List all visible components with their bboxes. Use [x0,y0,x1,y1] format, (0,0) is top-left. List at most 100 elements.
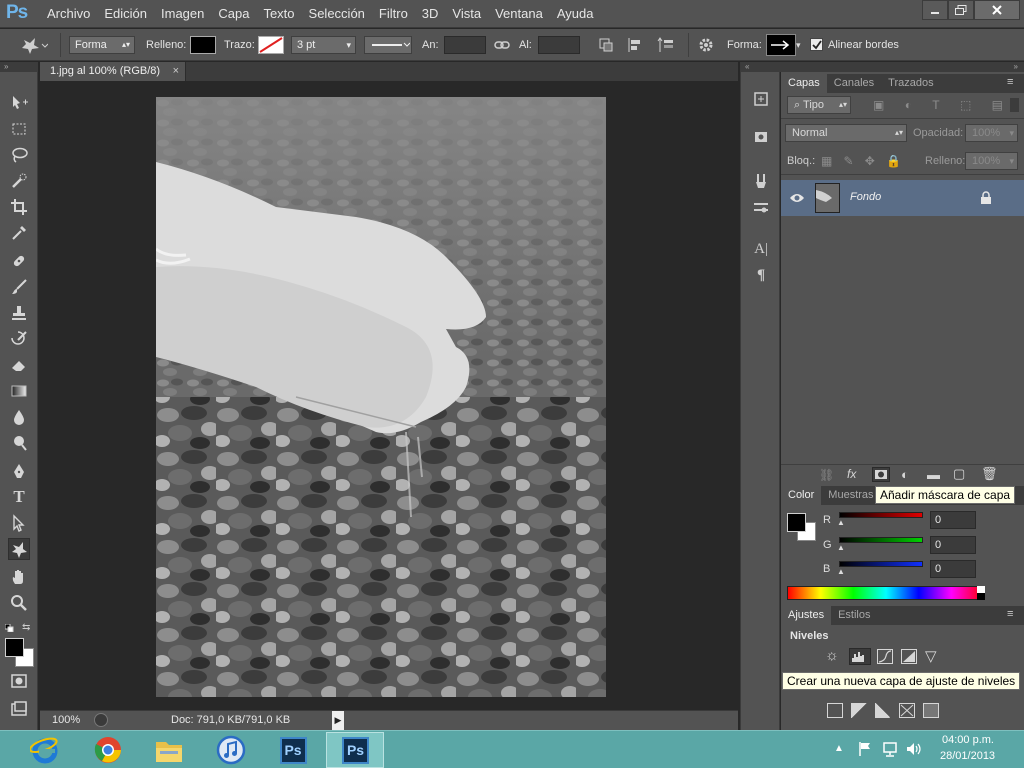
tab-canales[interactable]: Canales [827,74,881,93]
slider-thumb-icon[interactable]: ▲ [837,567,845,576]
layer-kind-filter[interactable]: ⌕ Tipo ▴▾ [787,96,851,114]
link-icon[interactable] [494,37,510,53]
network-icon[interactable] [882,741,898,757]
paragraph-panel-button[interactable]: ¶ [750,264,772,286]
hue-saturation-icon[interactable] [827,703,843,718]
lock-all-icon[interactable]: 🔒 [886,154,901,168]
custom-shape-tool[interactable] [8,538,30,560]
gear-icon[interactable] [698,37,716,53]
default-colors-icon[interactable] [5,624,15,632]
panel-menu-icon[interactable]: ≡ [1007,76,1013,88]
path-selection-tool[interactable] [8,512,30,534]
color-balance-icon[interactable] [851,703,867,718]
stroke-swatch[interactable] [258,36,284,54]
blue-slider[interactable] [839,561,923,567]
status-info-icon[interactable] [94,713,108,727]
red-slider[interactable] [839,512,923,518]
character-panel-button[interactable]: A| [750,238,772,260]
clone-stamp-tool[interactable] [8,302,30,324]
black-white-icon[interactable] [875,703,891,718]
menu-archivo[interactable]: Archivo [40,0,97,28]
volume-icon[interactable] [905,741,923,757]
file-explorer-icon[interactable] [152,734,186,766]
brush-presets-button[interactable] [750,170,772,192]
shape-filter-icon[interactable]: ⬚ [960,98,971,112]
menu-capa[interactable]: Capa [211,0,256,28]
screen-mode-button[interactable] [8,698,30,720]
stroke-width-field[interactable]: 3 pt ▾ [291,36,356,54]
opacity-field[interactable]: 100% ▾ [965,124,1018,142]
gradient-tool[interactable] [8,380,30,402]
slider-thumb-icon[interactable]: ▲ [837,518,845,527]
add-mask-button[interactable] [872,467,890,482]
quick-selection-tool[interactable] [8,170,30,192]
panel-menu-icon[interactable]: ≡ [1007,608,1013,620]
folder-icon[interactable]: ▬ [927,467,940,482]
blue-input[interactable]: 0 [930,560,976,578]
filter-toggle[interactable] [1010,98,1019,112]
brush-panel-button[interactable] [750,196,772,218]
blur-tool[interactable] [8,406,30,428]
adjustment-layer-icon[interactable]: ◐ [901,467,909,482]
fx-icon[interactable]: fx [847,467,856,481]
ramp-white-chip[interactable] [977,586,985,593]
fill-field[interactable]: 100% ▾ [965,152,1018,170]
menu-edicion[interactable]: Edición [97,0,154,28]
green-input[interactable]: 0 [930,536,976,554]
menu-ventana[interactable]: Ventana [488,0,550,28]
fill-swatch[interactable] [190,36,216,54]
photoshop-taskbar-button[interactable]: Ps [276,734,310,766]
tab-muestras[interactable]: Muestras [821,486,880,505]
path-arrangement-icon[interactable] [657,37,675,53]
path-operations-icon[interactable] [598,37,614,53]
photoshop-taskbar-button-active[interactable]: Ps [326,732,384,768]
clock-date[interactable]: 28/01/2013 [940,750,995,762]
zoom-tool[interactable] [8,592,30,614]
crop-tool[interactable] [8,196,30,218]
eraser-tool[interactable] [8,354,30,376]
history-brush-tool[interactable] [8,328,30,350]
chrome-icon[interactable] [91,734,125,766]
lock-position-icon[interactable]: ✥ [865,154,875,168]
pen-tool[interactable] [8,460,30,482]
menu-imagen[interactable]: Imagen [154,0,211,28]
close-button[interactable] [974,0,1020,20]
lasso-tool[interactable] [8,144,30,166]
chevron-down-icon[interactable]: ▾ [796,40,801,51]
minimize-button[interactable] [922,0,948,20]
path-alignment-icon[interactable] [627,37,643,53]
collapse-icon[interactable]: » [0,62,38,72]
menu-vista[interactable]: Vista [445,0,488,28]
menu-3d[interactable]: 3D [415,0,446,28]
tab-ajustes[interactable]: Ajustes [781,606,832,625]
lock-transparency-icon[interactable]: ▦ [821,154,832,168]
height-input[interactable] [538,36,580,54]
internet-explorer-icon[interactable] [28,734,62,766]
tab-color[interactable]: Color [781,486,822,505]
smart-object-filter-icon[interactable]: ▤ [992,98,1003,112]
curves-icon[interactable] [877,649,893,664]
menu-ayuda[interactable]: Ayuda [550,0,601,28]
itunes-icon[interactable] [214,734,248,766]
tool-preset-picker[interactable] [20,36,48,54]
marquee-tool[interactable] [8,118,30,140]
trash-icon[interactable]: 🗑 [981,466,998,482]
color-fg-swatch[interactable] [787,513,806,532]
lock-pixels-icon[interactable]: ✎ [844,154,854,168]
brush-tool[interactable] [8,276,30,298]
menu-texto[interactable]: Texto [256,0,301,28]
shape-picker[interactable] [766,34,796,56]
swap-colors-icon[interactable]: ⇆ [22,622,34,633]
ramp-black-chip[interactable] [977,593,985,600]
flag-icon[interactable] [858,741,872,757]
vibrance-icon[interactable]: ▽ [925,647,937,665]
width-input[interactable] [444,36,486,54]
foreground-color-swatch[interactable] [5,638,24,657]
restore-button[interactable] [948,0,974,20]
tab-estilos[interactable]: Estilos [831,606,877,625]
photo-filter-icon[interactable] [899,703,915,718]
new-layer-icon[interactable]: ▢ [953,466,965,482]
brightness-icon[interactable]: ☼ [825,647,839,664]
dodge-tool[interactable] [8,432,30,454]
green-slider[interactable] [839,537,923,543]
